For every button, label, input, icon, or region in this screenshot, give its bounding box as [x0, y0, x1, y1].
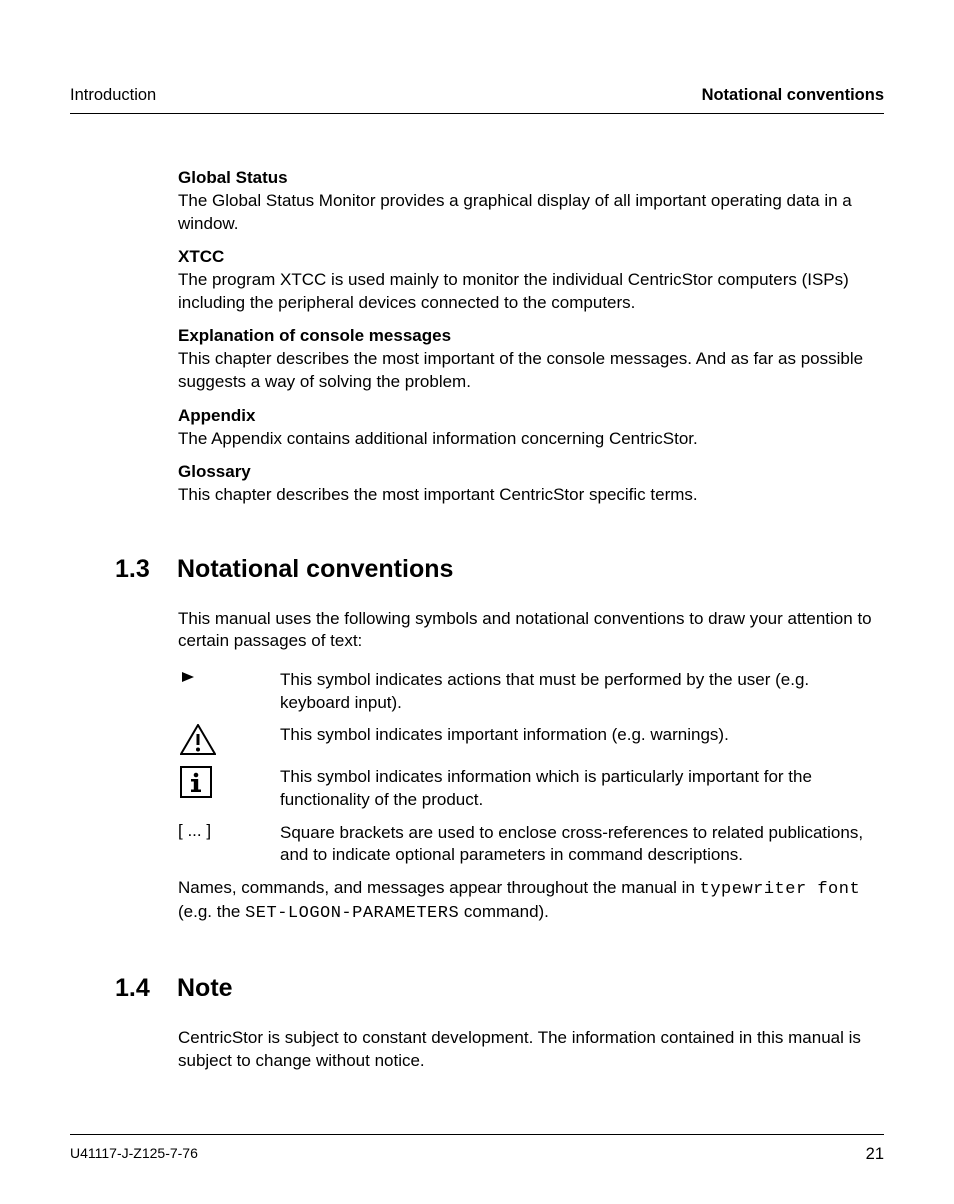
section-number: 1.4: [115, 974, 161, 1003]
footer-page-number: 21: [866, 1145, 884, 1164]
tw-suffix: command).: [459, 902, 549, 921]
tw-font-example: typewriter font: [700, 880, 861, 899]
subsection-xtcc: XTCC The program XTCC is used mainly to …: [178, 247, 882, 314]
convention-desc: This symbol indicates important informat…: [280, 722, 729, 747]
sub-heading: Explanation of console messages: [178, 326, 882, 346]
sub-heading: XTCC: [178, 247, 882, 267]
tw-prefix: Names, commands, and messages appear thr…: [178, 878, 700, 897]
header-left: Introduction: [70, 86, 156, 105]
section-number: 1.3: [115, 555, 161, 584]
convention-desc: This symbol indicates information which …: [280, 764, 882, 811]
sub-text: The Appendix contains additional informa…: [178, 428, 882, 451]
page-content: Global Status The Global Status Monitor …: [70, 168, 884, 1134]
convention-desc: This symbol indicates actions that must …: [280, 667, 882, 714]
sub-heading: Glossary: [178, 462, 882, 482]
sub-heading: Global Status: [178, 168, 882, 188]
convention-row-warning: This symbol indicates important informat…: [178, 722, 882, 756]
convention-row-action: This symbol indicates actions that must …: [178, 667, 882, 714]
info-box-icon: [178, 764, 280, 798]
sub-text: The Global Status Monitor provides a gra…: [178, 190, 882, 235]
sub-text: This chapter describes the most importan…: [178, 348, 882, 393]
tw-middle: (e.g. the: [178, 902, 245, 921]
subsection-global-status: Global Status The Global Status Monitor …: [178, 168, 882, 235]
page-footer: U41117-J-Z125-7-76 21: [70, 1134, 884, 1164]
conventions-table: This symbol indicates actions that must …: [178, 667, 882, 867]
subsection-console-messages: Explanation of console messages This cha…: [178, 326, 882, 393]
section-1-3-heading: 1.3 Notational conventions: [115, 555, 882, 584]
tw-command-example: SET-LOGON-PARAMETERS: [245, 904, 459, 923]
sub-text: The program XTCC is used mainly to monit…: [178, 269, 882, 314]
bracket-symbol: [ ... ]: [178, 821, 280, 841]
action-arrow-icon: [178, 667, 280, 683]
header-right: Notational conventions: [702, 86, 884, 105]
sub-text: This chapter describes the most importan…: [178, 484, 882, 507]
sub-heading: Appendix: [178, 406, 882, 426]
footer-doc-id: U41117-J-Z125-7-76: [70, 1145, 198, 1164]
section-1-4-heading: 1.4 Note: [115, 974, 882, 1003]
convention-desc: Square brackets are used to enclose cros…: [280, 820, 882, 867]
typewriter-paragraph: Names, commands, and messages appear thr…: [178, 877, 882, 926]
section-title: Note: [177, 974, 233, 1003]
page-header: Introduction Notational conventions: [70, 86, 884, 114]
convention-row-brackets: [ ... ] Square brackets are used to encl…: [178, 820, 882, 867]
warning-triangle-icon: [178, 722, 280, 756]
section-title: Notational conventions: [177, 555, 453, 584]
subsection-appendix: Appendix The Appendix contains additiona…: [178, 406, 882, 451]
section-1-3-intro: This manual uses the following symbols a…: [178, 608, 882, 653]
convention-row-info: This symbol indicates information which …: [178, 764, 882, 811]
section-1-4-text: CentricStor is subject to constant devel…: [178, 1027, 882, 1072]
subsection-glossary: Glossary This chapter describes the most…: [178, 462, 882, 507]
